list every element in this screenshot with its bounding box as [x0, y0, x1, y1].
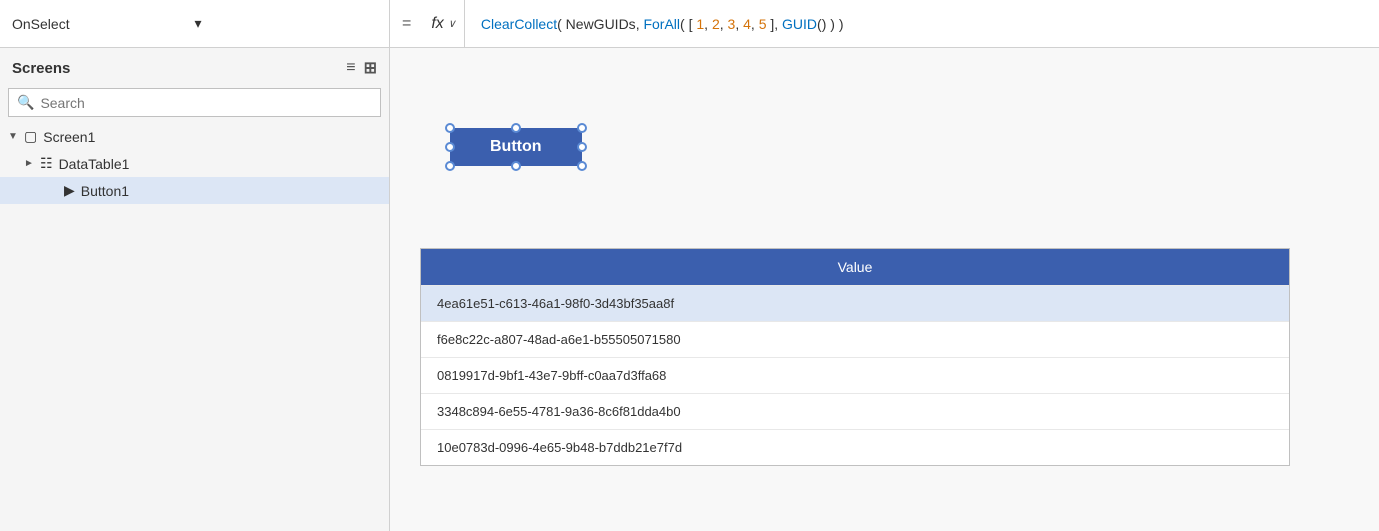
formula-dropdown-chevron: ▾: [195, 15, 378, 32]
table-row[interactable]: 3348c894-6e55-4781-9a36-8c6f81dda4b0: [421, 393, 1289, 429]
table-icon: ☷: [40, 155, 53, 172]
screen1-label: Screen1: [43, 129, 95, 145]
data-table: Value 4ea61e51-c613-46a1-98f0-3d43bf35aa…: [420, 248, 1290, 466]
table-row[interactable]: 4ea61e51-c613-46a1-98f0-3d43bf35aa8f: [421, 285, 1289, 321]
grid-view-icon[interactable]: ⊞: [364, 58, 377, 78]
formula-bar: OnSelect ▾ = fx ∨ ClearCollect( NewGUIDs…: [0, 0, 1379, 48]
handle-middle-right[interactable]: [577, 142, 587, 152]
formula-expression[interactable]: ClearCollect( NewGUIDs, ForAll( [ 1, 2, …: [465, 16, 1379, 32]
datatable1-label: DataTable1: [59, 156, 130, 172]
table-row[interactable]: 0819917d-9bf1-43e7-9bff-c0aa7d3ffa68: [421, 357, 1289, 393]
list-view-icon[interactable]: ≡: [346, 59, 355, 77]
fx-chevron: ∨: [448, 17, 456, 30]
table-row[interactable]: 10e0783d-0996-4e65-9b48-b7ddb21e7f7d: [421, 429, 1289, 465]
handle-top-center[interactable]: [511, 123, 521, 133]
search-input[interactable]: [40, 95, 372, 111]
canvas-area[interactable]: Button Value 4ea61e51-c613-46a1-98f0-3d4…: [390, 48, 1379, 531]
search-icon: 🔍: [17, 94, 34, 111]
handle-bottom-right[interactable]: [577, 161, 587, 171]
button-widget-container: Button: [450, 128, 582, 166]
handle-middle-left[interactable]: [445, 142, 455, 152]
datatable1-chevron: ►: [24, 158, 36, 169]
formula-dropdown[interactable]: OnSelect ▾: [0, 0, 390, 47]
sidebar: Screens ≡ ⊞ 🔍 ▼ ▢ Screen1 ► ☷ DataTable1…: [0, 48, 390, 531]
handle-top-left[interactable]: [445, 123, 455, 133]
sidebar-title: Screens: [12, 60, 70, 77]
button-icon: ▶: [64, 182, 75, 199]
sidebar-item-screen1[interactable]: ▼ ▢ Screen1: [0, 123, 389, 150]
table-row[interactable]: f6e8c22c-a807-48ad-a6e1-b55505071580: [421, 321, 1289, 357]
data-table-header: Value: [421, 249, 1289, 285]
search-box[interactable]: 🔍: [8, 88, 381, 117]
screen-icon: ▢: [24, 128, 37, 145]
formula-guid: GUID: [782, 16, 817, 32]
formula-fx-button[interactable]: fx ∨: [423, 0, 465, 47]
formula-forall: ForAll: [643, 16, 680, 32]
formula-equals-sign: =: [390, 15, 423, 33]
screen1-chevron: ▼: [8, 131, 20, 142]
main-layout: Screens ≡ ⊞ 🔍 ▼ ▢ Screen1 ► ☷ DataTable1…: [0, 48, 1379, 531]
formula-dropdown-label: OnSelect: [12, 16, 195, 32]
formula-param-newguids: NewGUIDs: [566, 16, 636, 32]
sidebar-header: Screens ≡ ⊞: [0, 48, 389, 88]
sidebar-header-icons: ≡ ⊞: [346, 58, 377, 78]
handle-bottom-left[interactable]: [445, 161, 455, 171]
button-widget: Button: [450, 128, 582, 166]
formula-clearcollect: ClearCollect: [481, 16, 557, 32]
handle-bottom-center[interactable]: [511, 161, 521, 171]
handle-top-right[interactable]: [577, 123, 587, 133]
fx-label: fx: [431, 15, 443, 33]
sidebar-item-button1[interactable]: ▶ Button1: [0, 177, 389, 204]
sidebar-item-datatable1[interactable]: ► ☷ DataTable1: [0, 150, 389, 177]
button1-label: Button1: [81, 183, 129, 199]
